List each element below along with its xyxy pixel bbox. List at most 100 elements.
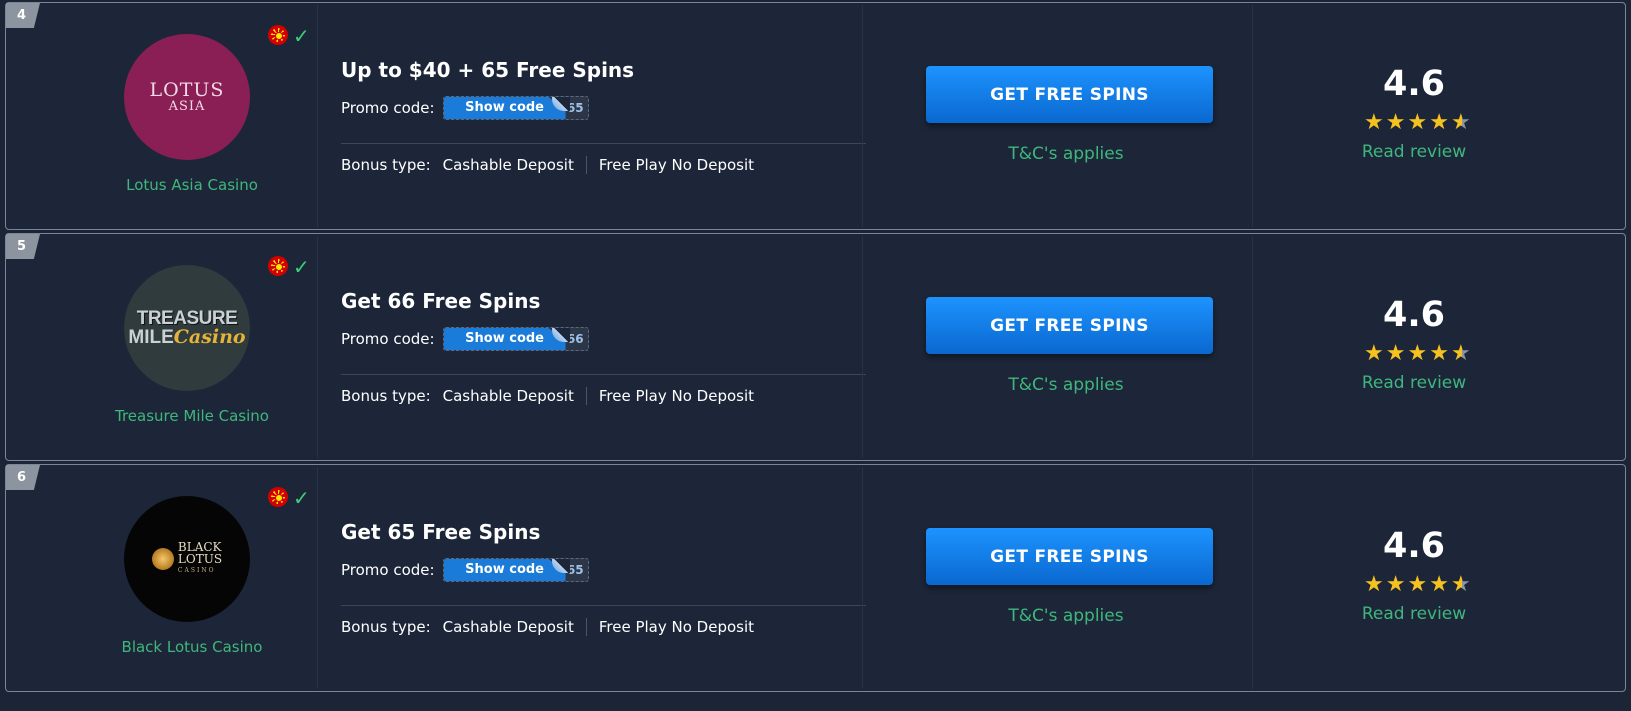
star-icon: ★ xyxy=(1385,341,1406,366)
half-star-icon: ★ xyxy=(1450,110,1471,135)
bonus-tag: Cashable Deposit xyxy=(442,387,574,405)
star-icon: ★ xyxy=(1407,341,1428,366)
star-rating: ★ ★ ★ ★ ★ xyxy=(1364,574,1471,596)
get-free-spins-button[interactable]: GET FREE SPINS xyxy=(926,66,1213,123)
tag-separator xyxy=(585,156,587,174)
bonus-type-label: Bonus type: xyxy=(341,387,431,405)
rating-column: 4.6 ★ ★ ★ ★ ★ Read review xyxy=(1253,3,1575,229)
promo-label: Promo code: xyxy=(341,99,435,117)
terms-link[interactable]: T&C's applies xyxy=(863,606,1269,626)
north-macedonia-flag-icon xyxy=(268,487,288,507)
logo-text: LOTUS xyxy=(149,79,225,101)
promo-code-box[interactable]: 66 Show code xyxy=(442,327,589,351)
half-star-icon: ★ xyxy=(1450,341,1471,366)
bonus-type-label: Bonus type: xyxy=(341,618,431,636)
star-icon: ★ xyxy=(1407,572,1428,597)
rating-value: 4.6 xyxy=(1382,295,1445,335)
casino-name-link[interactable]: Black Lotus Casino xyxy=(6,638,378,656)
rating-column: 4.6 ★ ★ ★ ★ ★ Read review xyxy=(1253,465,1575,691)
cta-column: GET FREE SPINS T&C's applies xyxy=(863,234,1269,460)
half-star-icon: ★ xyxy=(1450,572,1471,597)
logo-text: Casino xyxy=(173,325,246,348)
promo-code-box[interactable]: 65 Show code xyxy=(442,558,589,582)
offer-title: Get 66 Free Spins xyxy=(341,289,541,313)
tag-separator xyxy=(585,387,587,405)
read-review-link[interactable]: Read review xyxy=(1253,373,1575,393)
rating-value: 4.6 xyxy=(1382,526,1445,566)
casino-logo[interactable]: TREASURE MILECasino xyxy=(124,265,250,391)
offer-details: Up to $40 + 65 Free Spins Promo code: 65… xyxy=(341,3,866,229)
offer-title: Get 65 Free Spins xyxy=(341,520,541,544)
casino-logo[interactable]: BLACK LOTUS CASINO xyxy=(124,496,250,622)
bonus-tag: Free Play No Deposit xyxy=(598,618,755,636)
column-divider xyxy=(317,467,318,689)
casino-name-link[interactable]: Treasure Mile Casino xyxy=(6,407,378,425)
bonus-type-row: Bonus type: Cashable Deposit Free Play N… xyxy=(341,156,754,174)
bonus-type-row: Bonus type: Cashable Deposit Free Play N… xyxy=(341,387,754,405)
terms-link[interactable]: T&C's applies xyxy=(863,144,1269,164)
column-divider xyxy=(317,236,318,458)
promo-label: Promo code: xyxy=(341,561,435,579)
show-code-button[interactable]: Show code xyxy=(443,328,566,350)
offer-title: Up to $40 + 65 Free Spins xyxy=(341,58,635,82)
divider xyxy=(341,143,866,144)
casino-offer-card: 6 ✓ BLACK LOTUS CASINO Black Lotus Casin… xyxy=(5,464,1626,692)
promo-row: Promo code: 66 Show code xyxy=(341,326,589,352)
casino-offer-card: 4 ✓ LOTUS ASIA Lotus Asia Casino Up to $… xyxy=(5,2,1626,230)
logo-text: MILE xyxy=(128,326,174,348)
terms-link[interactable]: T&C's applies xyxy=(863,375,1269,395)
divider xyxy=(341,605,866,606)
bonus-tag: Cashable Deposit xyxy=(442,156,574,174)
casino-logo[interactable]: LOTUS ASIA xyxy=(124,34,250,160)
read-review-link[interactable]: Read review xyxy=(1253,142,1575,162)
star-icon: ★ xyxy=(1364,110,1384,135)
casino-logo-column: ✓ TREASURE MILECasino xyxy=(6,234,328,460)
divider xyxy=(341,374,866,375)
promo-row: Promo code: 65 Show code xyxy=(341,95,589,121)
column-divider xyxy=(317,5,318,227)
checkmark-icon: ✓ xyxy=(293,255,310,279)
promo-code-box[interactable]: 65 Show code xyxy=(442,96,589,120)
north-macedonia-flag-icon xyxy=(268,25,288,45)
star-icon: ★ xyxy=(1429,110,1449,135)
star-icon: ★ xyxy=(1364,341,1384,366)
read-review-link[interactable]: Read review xyxy=(1253,604,1575,624)
get-free-spins-button[interactable]: GET FREE SPINS xyxy=(926,297,1213,354)
star-icon: ★ xyxy=(1385,110,1406,135)
offer-details: Get 65 Free Spins Promo code: 65 Show co… xyxy=(341,465,866,691)
casino-logo-column: ✓ LOTUS ASIA xyxy=(6,3,328,229)
bonus-type-label: Bonus type: xyxy=(341,156,431,174)
logo-text: MILECasino xyxy=(128,325,246,348)
get-free-spins-button[interactable]: GET FREE SPINS xyxy=(926,528,1213,585)
logo-text: LOTUS xyxy=(177,552,223,566)
cta-column: GET FREE SPINS T&C's applies xyxy=(863,465,1269,691)
star-rating: ★ ★ ★ ★ ★ xyxy=(1364,343,1471,365)
bonus-tag: Free Play No Deposit xyxy=(598,387,755,405)
casino-name-link[interactable]: Lotus Asia Casino xyxy=(6,176,378,194)
star-icon: ★ xyxy=(1429,341,1449,366)
cta-column: GET FREE SPINS T&C's applies xyxy=(863,3,1269,229)
casino-offer-list: 4 ✓ LOTUS ASIA Lotus Asia Casino Up to $… xyxy=(0,0,1631,711)
show-code-button[interactable]: Show code xyxy=(443,559,566,581)
tag-separator xyxy=(585,618,587,636)
star-icon: ★ xyxy=(1385,572,1406,597)
lotus-emblem-icon xyxy=(151,548,174,570)
promo-label: Promo code: xyxy=(341,330,435,348)
casino-logo-column: ✓ BLACK LOTUS CASINO xyxy=(6,465,328,691)
logo-text: ASIA xyxy=(168,99,206,114)
bonus-tag: Cashable Deposit xyxy=(442,618,574,636)
bonus-type-row: Bonus type: Cashable Deposit Free Play N… xyxy=(341,618,754,636)
logo-text: CASINO xyxy=(177,567,216,574)
promo-row: Promo code: 65 Show code xyxy=(341,557,589,583)
star-icon: ★ xyxy=(1364,572,1384,597)
bonus-tag: Free Play No Deposit xyxy=(598,156,755,174)
checkmark-icon: ✓ xyxy=(293,486,310,510)
logo-text: BLACK LOTUS CASINO xyxy=(151,541,223,577)
casino-offer-card: 5 ✓ TREASURE MILECasino Treasure Mile Ca… xyxy=(5,233,1626,461)
star-icon: ★ xyxy=(1429,572,1449,597)
star-icon: ★ xyxy=(1407,110,1428,135)
show-code-button[interactable]: Show code xyxy=(443,97,566,119)
offer-details: Get 66 Free Spins Promo code: 66 Show co… xyxy=(341,234,866,460)
north-macedonia-flag-icon xyxy=(268,256,288,276)
rating-column: 4.6 ★ ★ ★ ★ ★ Read review xyxy=(1253,234,1575,460)
